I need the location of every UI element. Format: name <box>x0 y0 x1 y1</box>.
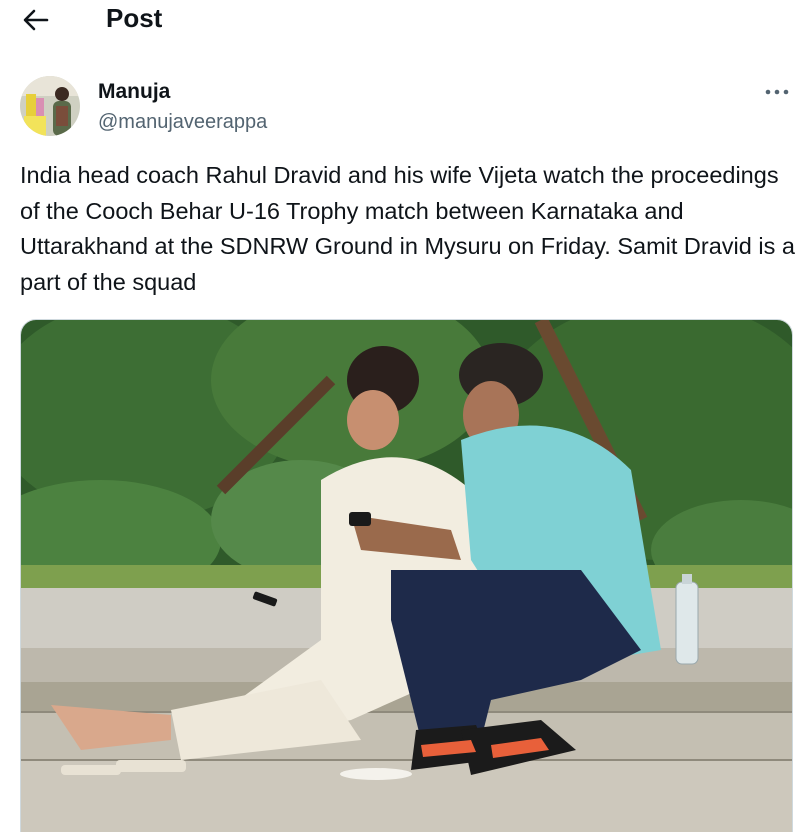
arrow-left-icon <box>23 9 49 31</box>
post-text: India head coach Rahul Dravid and his wi… <box>20 162 795 295</box>
post-photo[interactable] <box>20 319 793 832</box>
more-options-button[interactable] <box>762 82 792 102</box>
author-display-name[interactable]: Manuja <box>98 80 170 104</box>
author-row: Manuja @manujaveerappa <box>20 76 792 138</box>
author-handle[interactable]: @manujaveerappa <box>98 111 267 134</box>
avatar[interactable] <box>20 76 80 136</box>
page-title: Post <box>106 3 163 33</box>
back-button[interactable] <box>20 4 52 36</box>
more-horizontal-icon <box>765 89 789 95</box>
top-bar: Post <box>0 0 812 40</box>
